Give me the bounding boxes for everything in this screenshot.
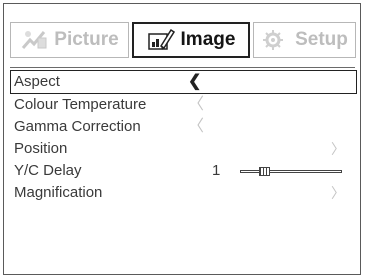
chevron-left-icon[interactable]: 〈 (188, 94, 204, 116)
setup-icon (261, 28, 289, 52)
menu-item-label: Position (14, 140, 68, 157)
picture-icon (20, 28, 48, 52)
tab-picture-label: Picture (54, 29, 119, 50)
menu-item-aspect[interactable]: Aspect ❮ (10, 70, 357, 94)
chevron-left-icon[interactable]: ❮ (188, 71, 201, 93)
tab-image-label: Image (180, 29, 236, 50)
menu-divider (10, 67, 355, 68)
image-edit-icon (147, 28, 175, 52)
menu-item-label: Y/C Delay (14, 162, 82, 179)
image-menu: Aspect ❮ Colour Temperature 〈 Gamma Corr… (10, 70, 357, 204)
yc-delay-value: 1 (212, 162, 221, 179)
menu-item-label: Colour Temperature (14, 96, 147, 113)
menu-item-colour-temperature[interactable]: Colour Temperature 〈 (10, 94, 357, 116)
yc-delay-slider[interactable] (240, 167, 342, 176)
tab-bar: Picture Image Setup (10, 22, 356, 58)
chevron-right-icon[interactable]: 〉 (331, 182, 345, 204)
menu-item-gamma-correction[interactable]: Gamma Correction 〈 (10, 116, 357, 138)
tab-image[interactable]: Image (132, 22, 250, 58)
menu-item-magnification[interactable]: Magnification 〉 (10, 182, 357, 204)
slider-thumb[interactable] (259, 167, 270, 176)
menu-item-label: Aspect (14, 73, 60, 90)
chevron-right-icon[interactable]: 〉 (331, 138, 345, 160)
tab-setup-label: Setup (295, 29, 348, 50)
tab-picture[interactable]: Picture (10, 22, 129, 58)
menu-item-yc-delay[interactable]: Y/C Delay 1 (10, 160, 357, 182)
menu-item-label: Gamma Correction (14, 118, 141, 135)
chevron-left-icon[interactable]: 〈 (188, 116, 204, 138)
tab-setup[interactable]: Setup (253, 22, 356, 58)
menu-item-position[interactable]: Position 〉 (10, 138, 357, 160)
menu-item-label: Magnification (14, 184, 103, 201)
